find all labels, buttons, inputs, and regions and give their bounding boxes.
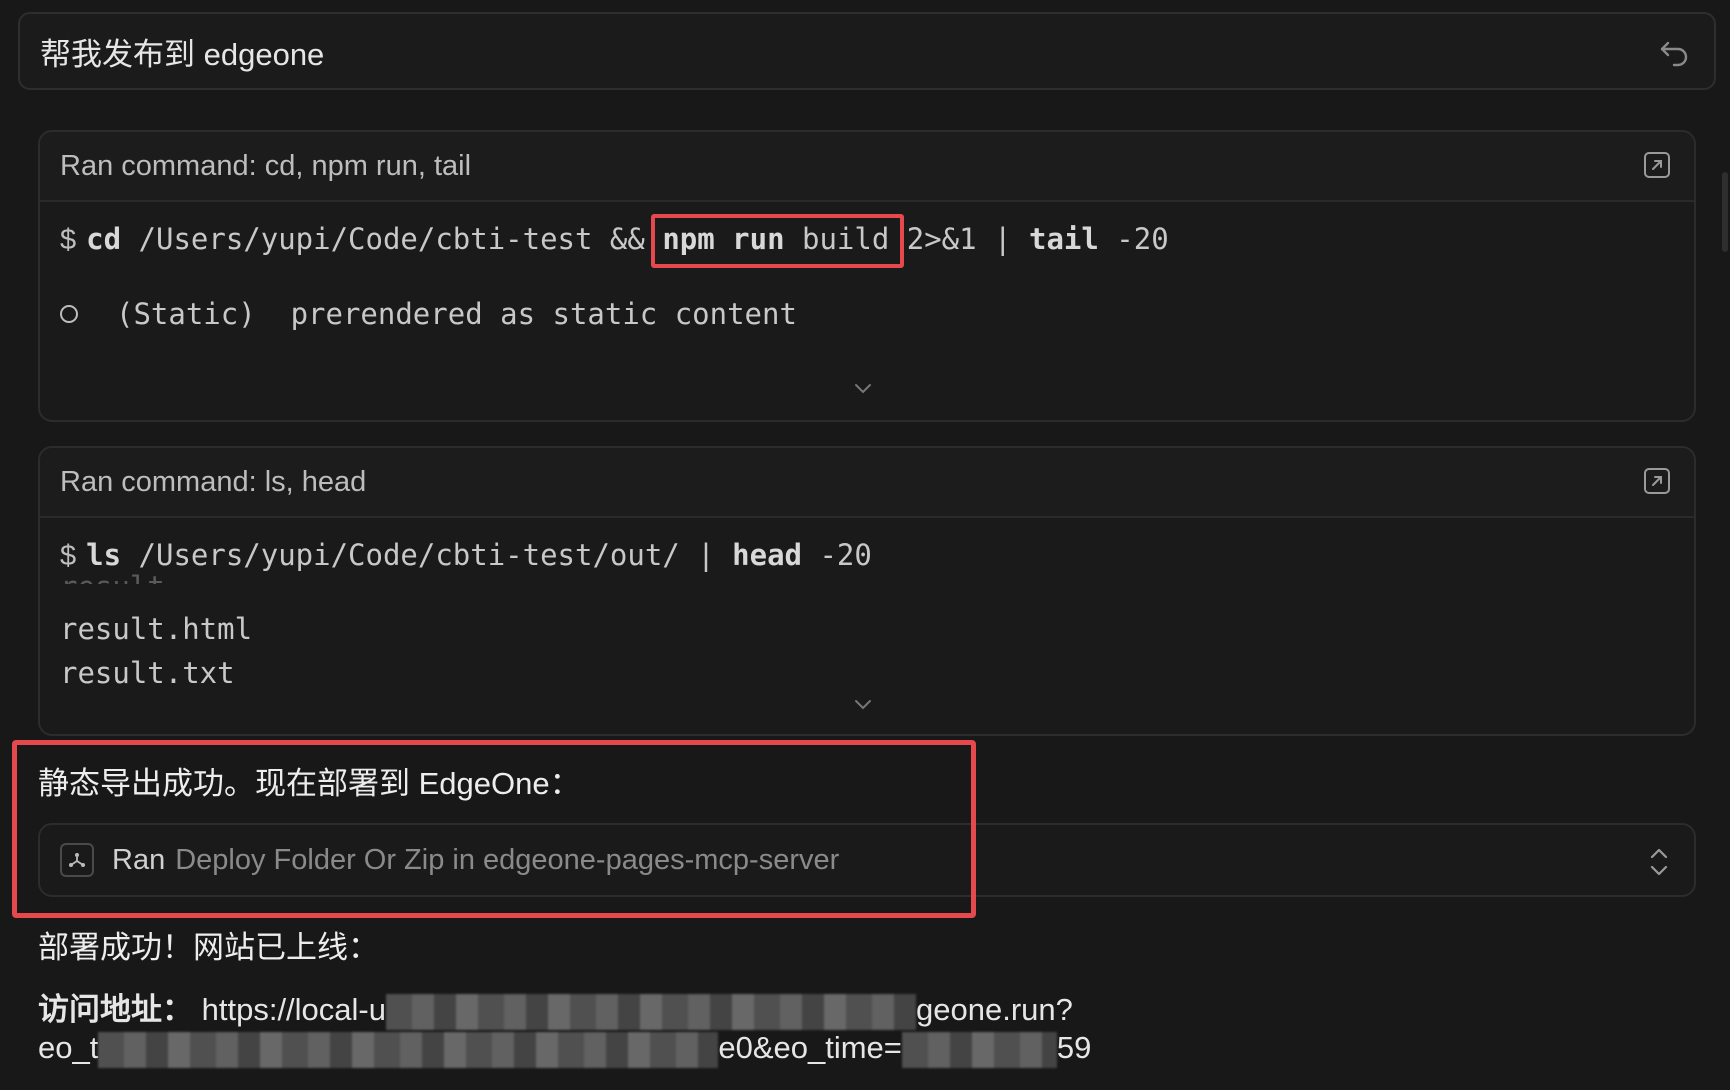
open-external-icon[interactable] [1642,150,1672,180]
cmd-path: /Users/yupi/Code/cbti-test/out/ | [121,538,733,572]
cmd-redirect: 2>&1 | [889,222,1029,256]
command-line: $ cd /Users/yupi/Code/cbti-test && npm ru… [60,222,1169,257]
card-title: Ran command: cd, npm run, tail [60,149,472,182]
url-line-1: 访问地址： https://local-u geone.run? [38,984,1073,1030]
output-text: (Static) prerendered as static content [116,297,797,331]
card-header: Ran command: ls, head [40,448,1694,518]
cmd-path: /Users/yupi/Code/cbti-test && [121,222,663,256]
url-label: 访问地址： [38,992,193,1027]
expand-collapse-icon[interactable] [1648,845,1670,879]
static-marker-icon [60,305,78,323]
prompt-text: 帮我发布到 edgeone [40,36,325,72]
card-header: Ran command: cd, npm run, tail [40,132,1694,202]
output-line: (Static) prerendered as static content [60,297,797,331]
redacted-block [901,1031,1057,1068]
redacted-block [98,1031,719,1068]
output-text: result [60,570,165,584]
cmd-arg: -20 [802,538,872,572]
output-line-faded: result [60,570,165,584]
url-line-2: eo_t e0&eo_time= 59 [38,1030,1091,1068]
cmd-arg: -20 [1098,222,1169,256]
highlight-npm-run-build [651,214,904,268]
card-title: Ran command: ls, head [60,465,367,498]
cmd-keyword: cd [86,222,122,256]
chevron-down-icon[interactable] [853,698,873,712]
url-link[interactable]: https://local-u geone.run? [201,992,1073,1030]
url-text: https://local-u [201,992,386,1027]
open-external-icon[interactable] [1642,466,1672,496]
url-text: eo_t [38,1030,99,1065]
output-text: result.txt [60,656,235,690]
url-text: geone.run? [916,992,1073,1027]
redacted-block [386,993,916,1030]
prompt-sign: $ [60,540,77,572]
command-card-ls: Ran command: ls, head $ ls /Users/yupi/Co… [38,446,1696,736]
output-text: result.html [60,612,253,646]
cmd-keyword: head [732,538,802,572]
scrollbar[interactable] [1722,172,1728,252]
deploy-success-text: 部署成功！网站已上线： [38,930,379,965]
prompt-bar: 帮我发布到 edgeone [18,12,1716,90]
url-text: 59 [1056,1030,1092,1065]
command-line: $ ls /Users/yupi/Code/cbti-test/out/ | he… [60,538,872,573]
command-card-build: Ran command: cd, npm run, tail $ cd /User… [38,130,1696,422]
cmd-keyword: tail [1028,222,1099,256]
undo-icon[interactable] [1658,34,1692,68]
chevron-down-icon[interactable] [853,382,873,396]
prompt-sign: $ [60,224,77,256]
url-text: e0&eo_time= [718,1030,902,1065]
output-line: result.html [60,612,252,646]
highlight-deploy-section [12,740,976,918]
output-line: result.txt [60,656,235,690]
cmd-keyword: ls [86,538,122,572]
